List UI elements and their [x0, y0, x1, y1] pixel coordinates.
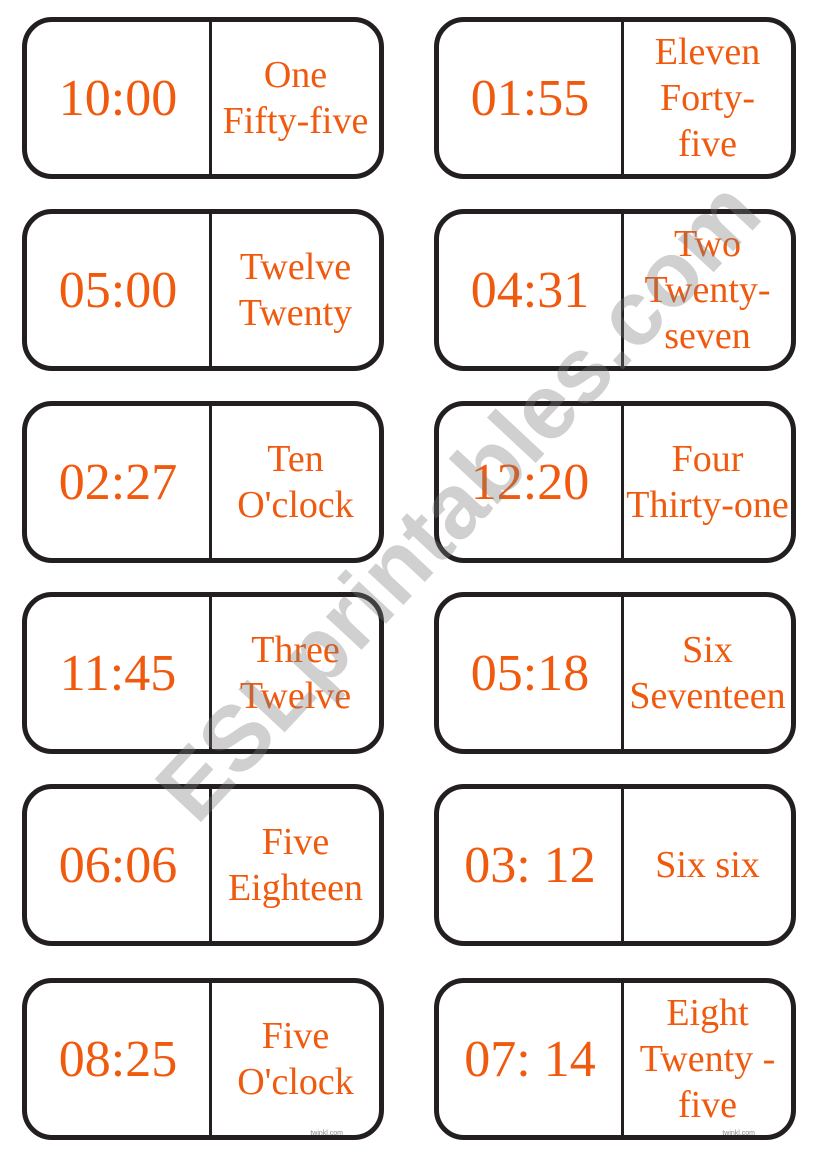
- time-in-words: Twelve Twenty: [238, 246, 353, 334]
- words-half: Six six: [624, 789, 791, 941]
- words-half: Four Thirty-one: [624, 406, 791, 558]
- digital-time: 05:18: [470, 644, 590, 702]
- time-half: 05:18: [439, 597, 624, 749]
- time-half: 08:25: [27, 983, 212, 1135]
- time-half: 04:31: [439, 214, 624, 366]
- time-half: 06:06: [27, 789, 212, 941]
- words-half: Twelve Twenty: [212, 214, 379, 366]
- time-in-words: Four Thirty-one: [626, 438, 789, 526]
- digital-time: 07: 14: [464, 1030, 596, 1088]
- words-half: Six Seventeen: [624, 597, 791, 749]
- domino-card: 05:00 Twelve Twenty: [22, 209, 384, 371]
- brand-label: twinkl.com: [310, 1130, 343, 1137]
- time-half: 03: 12: [439, 789, 624, 941]
- digital-time: 04:31: [470, 261, 590, 319]
- time-in-words: Eight Twenty - five: [639, 992, 776, 1126]
- digital-time: 11:45: [59, 644, 177, 702]
- domino-card: 05:18 Six Seventeen: [434, 592, 796, 754]
- words-half: One Fifty-five: [212, 22, 379, 174]
- time-in-words: Six six: [655, 844, 760, 886]
- digital-time: 03: 12: [464, 836, 596, 894]
- domino-card: 08:25 Five O'clock twinkl.com: [22, 978, 384, 1140]
- time-half: 12:20: [439, 406, 624, 558]
- brand-label: twinkl.com: [722, 1130, 755, 1137]
- words-half: Five Eighteen: [212, 789, 379, 941]
- digital-time: 06:06: [58, 836, 178, 894]
- domino-card: 12:20 Four Thirty-one: [434, 401, 796, 563]
- domino-card: 06:06 Five Eighteen: [22, 784, 384, 946]
- time-half: 10:00: [27, 22, 212, 174]
- words-half: Three Twelve: [212, 597, 379, 749]
- time-in-words: Three Twelve: [239, 629, 352, 717]
- domino-card: 11:45 Three Twelve: [22, 592, 384, 754]
- time-in-words: Eleven Forty- five: [654, 31, 761, 165]
- digital-time: 08:25: [58, 1030, 178, 1088]
- time-half: 05:00: [27, 214, 212, 366]
- time-in-words: Ten O'clock: [237, 438, 354, 526]
- digital-time: 05:00: [58, 261, 178, 319]
- domino-card: 10:00 One Fifty-five: [22, 17, 384, 179]
- digital-time: 12:20: [470, 453, 590, 511]
- digital-time: 02:27: [58, 453, 178, 511]
- time-in-words: Six Seventeen: [629, 629, 786, 717]
- digital-time: 01:55: [470, 69, 590, 127]
- time-half: 07: 14: [439, 983, 624, 1135]
- words-half: Two Twenty- seven: [624, 214, 791, 366]
- words-half: Five O'clock: [212, 983, 379, 1135]
- digital-time: 10:00: [58, 69, 178, 127]
- time-half: 01:55: [439, 22, 624, 174]
- words-half: Ten O'clock: [212, 406, 379, 558]
- time-in-words: Two Twenty- seven: [644, 223, 771, 357]
- domino-card: 02:27 Ten O'clock: [22, 401, 384, 563]
- domino-card: 07: 14 Eight Twenty - five twinkl.com: [434, 978, 796, 1140]
- words-half: Eight Twenty - five: [624, 983, 791, 1135]
- words-half: Eleven Forty- five: [624, 22, 791, 174]
- time-in-words: Five Eighteen: [227, 821, 364, 909]
- time-half: 11:45: [27, 597, 212, 749]
- time-half: 02:27: [27, 406, 212, 558]
- time-in-words: Five O'clock: [237, 1015, 354, 1103]
- domino-card: 03: 12 Six six: [434, 784, 796, 946]
- domino-card: 01:55 Eleven Forty- five: [434, 17, 796, 179]
- time-in-words: One Fifty-five: [222, 54, 369, 142]
- domino-card: 04:31 Two Twenty- seven: [434, 209, 796, 371]
